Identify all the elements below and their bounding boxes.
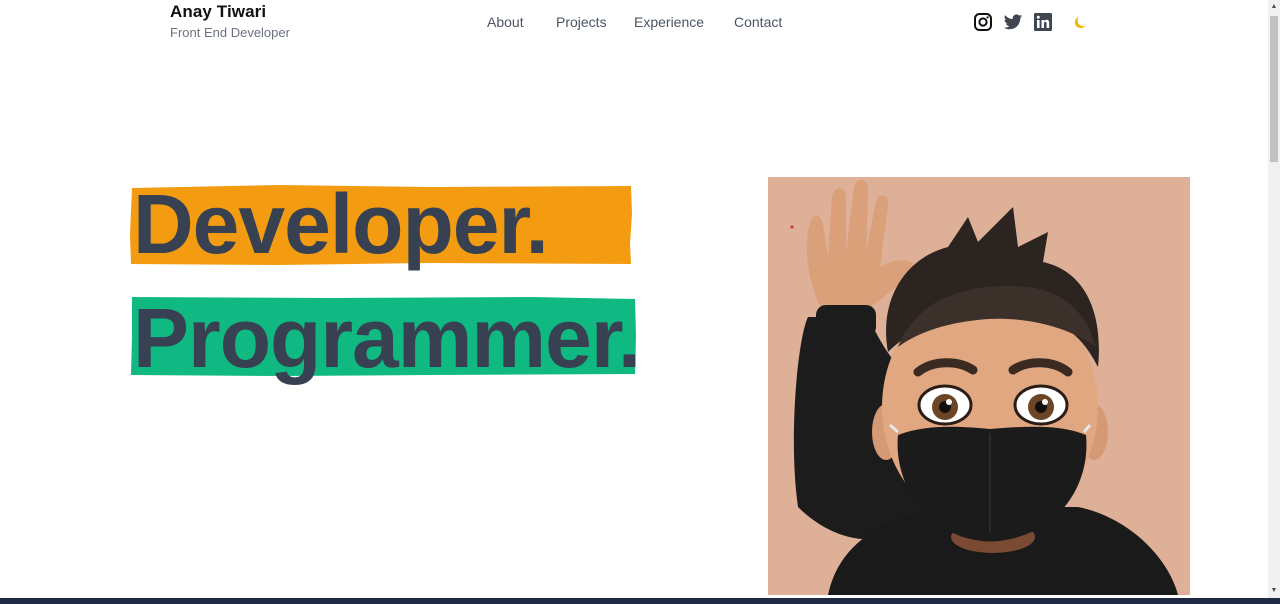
- moon-icon[interactable]: [1071, 12, 1091, 32]
- scrollbar[interactable]: ▲ ▼: [1268, 0, 1280, 598]
- nav-projects-label: Projects: [556, 14, 607, 30]
- scroll-down-arrow-icon[interactable]: ▼: [1268, 584, 1280, 598]
- avatar-image: [768, 177, 1190, 595]
- nav-about[interactable]: About: [487, 12, 524, 32]
- nav-experience-label: Experience: [634, 14, 705, 30]
- twitter-icon[interactable]: [1003, 12, 1023, 32]
- instagram-icon[interactable]: [973, 12, 993, 32]
- brand-subtitle: Front End Developer: [170, 25, 290, 40]
- nav-contact-label: Contact: [734, 14, 783, 30]
- nav-about-label: About: [487, 14, 524, 30]
- hero-text-programmer: Programmer.: [133, 291, 641, 385]
- scroll-up-arrow-icon[interactable]: ▲: [1268, 0, 1280, 14]
- brand-name[interactable]: Anay Tiwari: [170, 1, 290, 23]
- hero-line-programmer: Programmer.: [131, 291, 641, 385]
- nav-experience[interactable]: Experience: [634, 12, 704, 32]
- hero-text-developer: Developer.: [133, 177, 549, 271]
- taskbar-edge: [0, 598, 1280, 604]
- linkedin-icon[interactable]: [1033, 12, 1053, 32]
- nav-contact[interactable]: Contact: [734, 12, 782, 32]
- brand[interactable]: Anay Tiwari Front End Developer: [170, 1, 290, 43]
- scrollbar-thumb[interactable]: [1270, 16, 1278, 162]
- hero-line-developer: Developer.: [130, 177, 632, 271]
- nav-projects[interactable]: Projects: [556, 12, 607, 32]
